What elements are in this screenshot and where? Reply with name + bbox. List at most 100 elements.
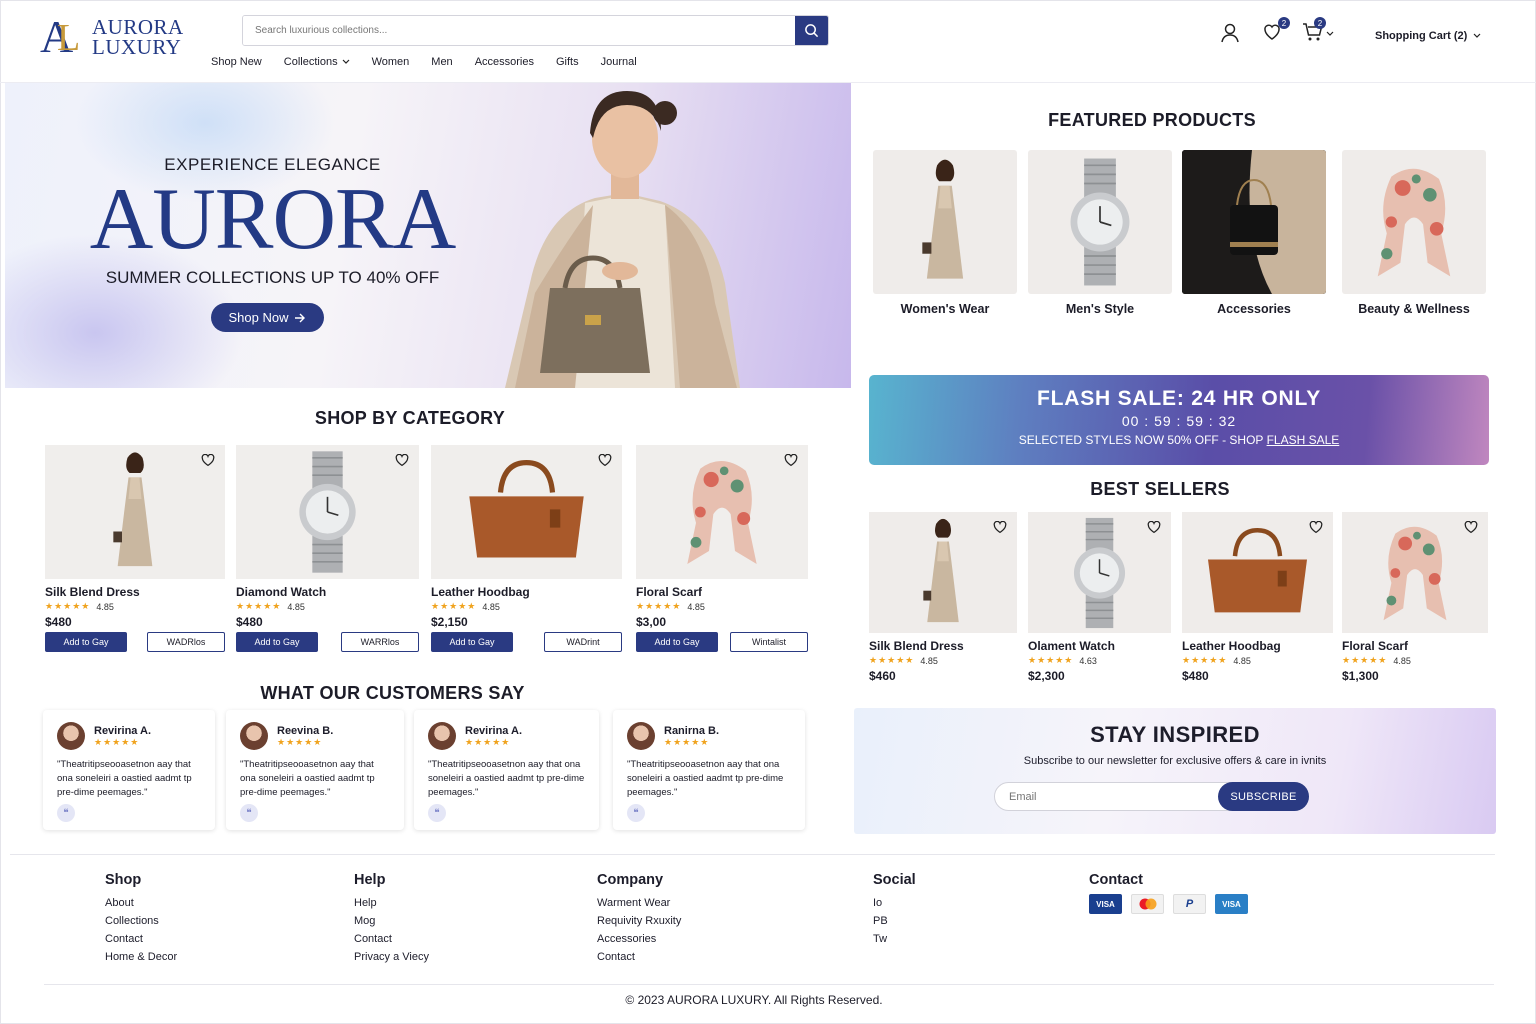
add-to-cart-button[interactable]: Add to Gay — [431, 632, 513, 652]
footer-company: Company Warment Wear Requivity Rxuxity A… — [597, 872, 681, 966]
featured-image — [1028, 150, 1172, 294]
footer-link[interactable]: Contact — [354, 930, 429, 948]
cart-button[interactable]: 2 — [1302, 17, 1336, 44]
wishlist-toggle[interactable] — [784, 453, 798, 467]
product-price: $1,300 — [1342, 669, 1379, 683]
logo-line-2: LUXURY — [92, 35, 182, 59]
chevron-down-icon — [1473, 33, 1481, 38]
bestsellers-heading: BEST SELLERS — [1090, 479, 1230, 499]
category-product-card[interactable]: Silk Blend Dress ★★★★★ 4.85 $480 Add to G… — [45, 445, 225, 652]
nav-journal[interactable]: Journal — [601, 56, 637, 68]
shop-now-button[interactable]: Shop Now — [211, 303, 324, 332]
featured-category-card[interactable]: Women's Wear — [873, 150, 1017, 316]
nav-shop-new[interactable]: Shop New — [211, 56, 262, 68]
product-name: Silk Blend Dress — [869, 639, 964, 653]
nav-accessories[interactable]: Accessories — [475, 56, 534, 68]
footer-company-title: Company — [597, 872, 664, 888]
nav-men[interactable]: Men — [431, 56, 452, 68]
flash-sale-link[interactable]: FLASH SALE — [1267, 433, 1340, 447]
featured-label: Accessories — [1217, 302, 1291, 316]
brand-logo[interactable]: AL AURORA LUXURY — [40, 14, 184, 60]
bestseller-card[interactable]: Leather Hoodbag ★★★★★ 4.85 $480 — [1182, 512, 1333, 683]
wishlist-toggle[interactable] — [201, 453, 215, 467]
footer-link[interactable]: Contact — [597, 948, 681, 966]
footer-contact: Contact VISA P VISA — [1089, 872, 1248, 914]
wishlist-toggle[interactable] — [1309, 520, 1323, 534]
category-product-card[interactable]: Floral Scarf ★★★★★ 4.85 $3,00 Add to Gay … — [636, 445, 808, 652]
featured-category-card[interactable]: Beauty & Wellness — [1342, 150, 1486, 316]
heart-icon — [784, 453, 798, 467]
footer-link[interactable]: Help — [354, 894, 429, 912]
footer-link[interactable]: Collections — [105, 912, 177, 930]
rating-stars: ★★★★★ — [1028, 655, 1074, 665]
footer-link[interactable]: Requivity Rxuxity — [597, 912, 681, 930]
category-product-card[interactable]: Diamond Watch ★★★★★ 4.85 $480 Add to Gay … — [236, 445, 419, 652]
nav-collections[interactable]: Collections — [284, 56, 350, 68]
nav-women[interactable]: Women — [372, 56, 410, 68]
product-price: $2,150 — [431, 615, 468, 629]
wishlist-button[interactable]: 2 — [1262, 17, 1290, 44]
email-field[interactable] — [995, 790, 1218, 803]
add-to-cart-button[interactable]: Add to Gay — [45, 632, 127, 652]
product-rating: ★★★★★ 4.63 — [1028, 655, 1097, 666]
bestseller-card[interactable]: Silk Blend Dress ★★★★★ 4.85 $460 — [869, 512, 1017, 683]
flash-sale-text: SELECTED STYLES NOW 50% OFF - SHOP FLASH… — [1018, 433, 1340, 447]
subscribe-button[interactable]: SUBSCRIBE — [1218, 782, 1309, 811]
footer-link[interactable]: Tw — [873, 930, 916, 948]
reviewer-name: Reevina B. — [277, 724, 334, 737]
flash-sale-banner[interactable]: FLASH SALE: 24 HR ONLY 00 : 59 : 59 : 32… — [869, 375, 1489, 465]
mastercard-icon — [1131, 894, 1164, 914]
wishlist-toggle[interactable] — [1464, 520, 1478, 534]
rating-stars: ★★★★★ — [94, 736, 140, 747]
bestseller-card[interactable]: Olament Watch ★★★★★ 4.63 $2,300 — [1028, 512, 1171, 683]
featured-category-card[interactable]: Men's Style — [1028, 150, 1172, 316]
footer-shop-title: Shop — [105, 872, 142, 888]
product-rating: ★★★★★ 4.85 — [431, 601, 500, 612]
wishlist-toggle[interactable] — [395, 453, 409, 467]
wishlist-button[interactable]: WADRlos — [147, 632, 225, 652]
wishlist-button[interactable]: WARRlos — [341, 632, 419, 652]
search-button[interactable] — [795, 16, 828, 45]
product-rating: ★★★★★ 4.85 — [236, 601, 305, 612]
footer-link[interactable]: PB — [873, 912, 916, 930]
footer-link[interactable]: About — [105, 894, 177, 912]
bestseller-card[interactable]: Floral Scarf ★★★★★ 4.85 $1,300 — [1342, 512, 1488, 683]
add-to-cart-button[interactable]: Add to Gay — [236, 632, 318, 652]
chevron-down-icon — [1326, 31, 1334, 36]
wishlist-toggle[interactable] — [1147, 520, 1161, 534]
product-image — [869, 512, 1017, 633]
wishlist-toggle[interactable] — [993, 520, 1007, 534]
rating-stars: ★★★★★ — [1342, 655, 1388, 665]
add-to-cart-button[interactable]: Add to Gay — [636, 632, 718, 652]
footer-link[interactable]: Privacy a Viecy — [354, 948, 429, 966]
shopping-cart-dropdown[interactable]: Shopping Cart (2) — [1375, 30, 1481, 42]
search-input[interactable] — [243, 16, 795, 45]
account-button[interactable] — [1220, 22, 1242, 44]
search-bar — [242, 15, 829, 46]
footer-social-title: Social — [873, 872, 916, 888]
footer-link[interactable]: Mog — [354, 912, 429, 930]
footer-link[interactable]: Warment Wear — [597, 894, 681, 912]
footer-link[interactable]: Accessories — [597, 930, 681, 948]
featured-label: Men's Style — [1065, 302, 1135, 316]
wishlist-button[interactable]: Wintalist — [730, 632, 808, 652]
footer-link[interactable]: Contact — [105, 930, 177, 948]
nav-gifts[interactable]: Gifts — [556, 56, 579, 68]
category-product-card[interactable]: Leather Hoodbag ★★★★★ 4.85 $2,150 Add to … — [431, 445, 622, 652]
logo-monogram-icon: AL — [40, 11, 81, 62]
wishlist-count-badge: 2 — [1278, 17, 1290, 29]
logo-wordmark: AURORA LUXURY — [92, 17, 184, 59]
product-price: $2,300 — [1028, 669, 1065, 683]
footer-bottom-divider — [44, 984, 1494, 985]
testimonials-heading: WHAT OUR CUSTOMERS SAY — [260, 683, 525, 703]
wishlist-toggle[interactable] — [598, 453, 612, 467]
heart-icon — [1464, 520, 1478, 534]
product-price: $480 — [45, 615, 72, 629]
newsletter-text: Subscribe to our newsletter for exclusiv… — [1023, 755, 1327, 767]
wishlist-button[interactable]: WADrint — [544, 632, 622, 652]
product-rating: ★★★★★ 4.85 — [1182, 655, 1251, 666]
featured-category-card[interactable]: Accessories — [1182, 150, 1326, 316]
footer-link[interactable]: Home & Decor — [105, 948, 177, 966]
product-rating: ★★★★★ 4.85 — [636, 601, 705, 612]
footer-link[interactable]: Io — [873, 894, 916, 912]
